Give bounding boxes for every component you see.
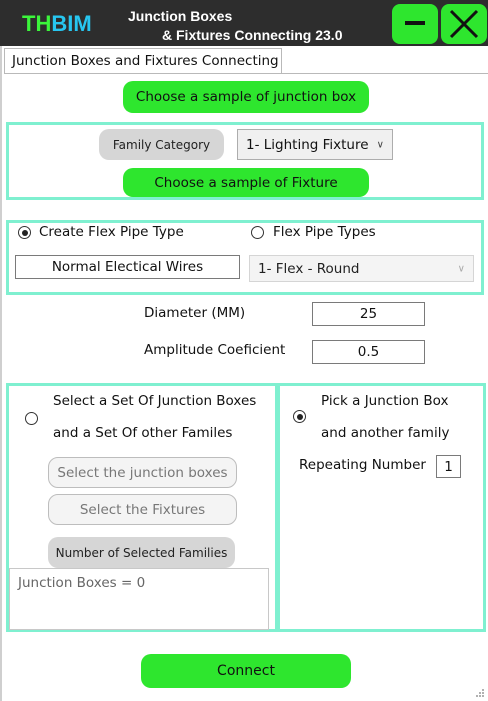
window-title: Junction Boxes & Fixtures Connecting 23.… xyxy=(128,7,342,45)
chevron-down-icon: ∨ xyxy=(457,263,465,274)
set-selection-line2: and a Set Of other Familes xyxy=(53,425,233,441)
tab-junction-boxes[interactable]: Junction Boxes and Fixtures Connecting xyxy=(4,48,282,73)
flex-pipe-types-radio[interactable] xyxy=(251,226,264,239)
selected-families-count-button[interactable]: Number of Selected Families xyxy=(48,537,235,568)
close-button[interactable] xyxy=(441,4,487,44)
flex-pipe-type-value: 1- Flex - Round xyxy=(258,260,360,277)
create-flex-pipe-label: Create Flex Pipe Type xyxy=(39,224,184,240)
select-junction-boxes-button[interactable]: Select the junction boxes xyxy=(48,457,237,488)
flex-pipe-type-select[interactable]: 1- Flex - Round ∨ xyxy=(249,255,474,282)
set-selection-radio[interactable] xyxy=(25,412,38,425)
window-title-line1: Junction Boxes xyxy=(128,8,233,24)
minimize-button[interactable] xyxy=(392,4,438,44)
select-fixtures-button[interactable]: Select the Fixtures xyxy=(48,494,237,525)
amplitude-input[interactable]: 0.5 xyxy=(312,340,425,364)
diameter-label: Diameter (MM) xyxy=(144,305,246,321)
flex-pipe-types-label: Flex Pipe Types xyxy=(273,224,376,240)
diameter-input[interactable]: 25 xyxy=(312,302,425,326)
amplitude-label: Amplitude Coeficient xyxy=(144,342,286,358)
repeating-number-input[interactable]: 1 xyxy=(436,455,461,478)
pick-junction-box-radio[interactable] xyxy=(293,410,306,423)
repeating-number-label: Repeating Number xyxy=(299,457,426,473)
minus-icon xyxy=(405,21,425,25)
window-left-edge xyxy=(0,46,2,701)
choose-junction-box-button[interactable]: Choose a sample of junction box xyxy=(123,81,369,113)
pick-panel-line1: Pick a Junction Box xyxy=(321,393,449,409)
title-bar: THBIM Junction Boxes & Fixtures Connecti… xyxy=(0,0,488,46)
resize-grip-icon[interactable] xyxy=(475,688,485,698)
connect-button[interactable]: Connect xyxy=(141,654,351,688)
choose-fixture-button[interactable]: Choose a sample of Fixture xyxy=(123,168,369,197)
create-flex-pipe-radio[interactable] xyxy=(18,226,31,239)
tab-divider xyxy=(4,73,488,74)
set-selection-line1: Select a Set Of Junction Boxes xyxy=(53,393,257,409)
family-category-select[interactable]: 1- Lighting Fixture ∨ xyxy=(237,129,393,160)
pick-panel-line2: and another family xyxy=(321,425,450,441)
pick-panel xyxy=(277,383,486,632)
x-icon xyxy=(449,9,479,39)
flex-pipe-name-input[interactable]: Normal Electical Wires xyxy=(15,255,240,279)
chevron-down-icon: ∨ xyxy=(376,139,384,150)
window-title-line2: & Fixtures Connecting 23.0 xyxy=(162,27,343,43)
thbim-logo: THBIM xyxy=(22,11,92,36)
family-category-button[interactable]: Family Category xyxy=(99,129,224,160)
selection-result-textbox[interactable]: Junction Boxes = 0 xyxy=(9,568,269,630)
family-category-value: 1- Lighting Fixture xyxy=(246,136,369,153)
